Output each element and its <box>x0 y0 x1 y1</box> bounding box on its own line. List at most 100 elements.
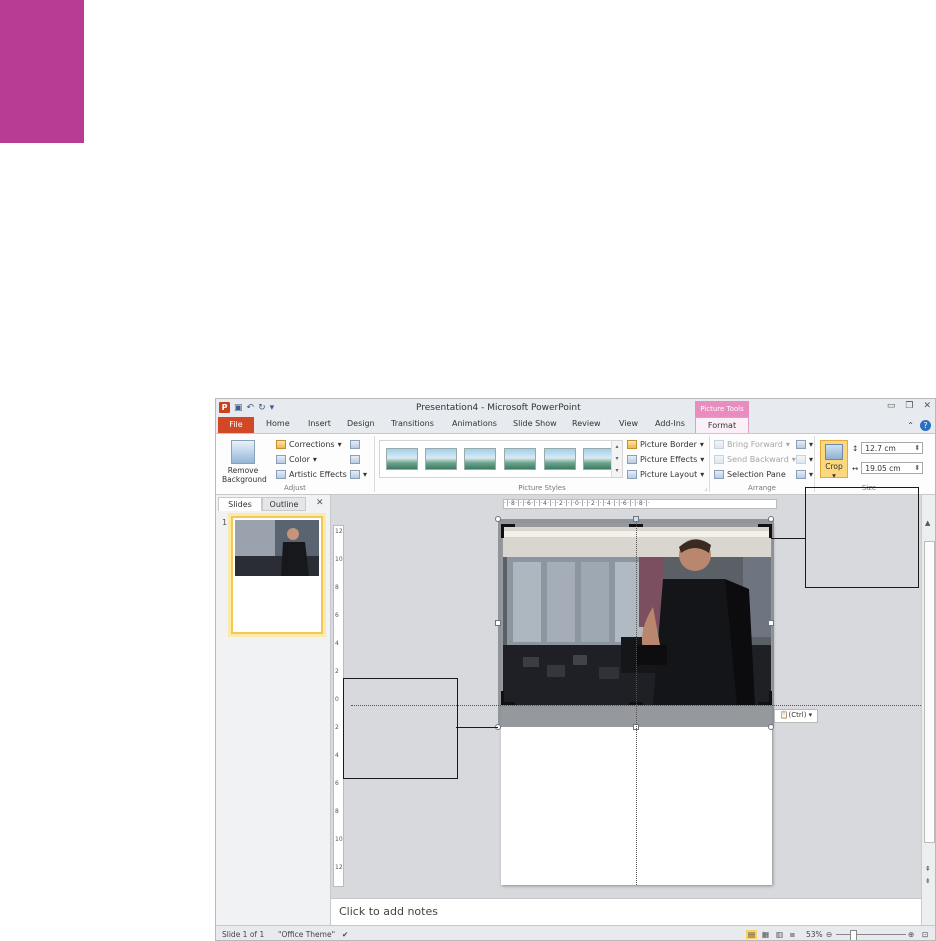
slide-indicator: Slide 1 of 1 <box>222 930 265 939</box>
zoom-out-icon[interactable]: ⊖ <box>826 930 832 939</box>
tab-design[interactable]: Design <box>347 419 375 428</box>
notes-pane[interactable]: Click to add notes <box>331 898 921 925</box>
tab-outline[interactable]: Outline <box>262 497 306 511</box>
bring-forward-icon <box>714 440 724 449</box>
tab-home[interactable]: Home <box>266 419 290 428</box>
picture-style-thumb[interactable] <box>425 448 457 470</box>
save-icon[interactable]: ▣ <box>234 403 243 413</box>
powerpoint-window: P ▣ ↶ ↻ ▾ Presentation4 - Microsoft Powe… <box>215 398 936 941</box>
gallery-scroll[interactable]: ▴ ▾ ▾ <box>611 441 622 477</box>
corrections-icon <box>276 440 286 449</box>
tab-slide-show[interactable]: Slide Show <box>513 419 557 428</box>
picture-style-thumb[interactable] <box>544 448 576 470</box>
picture-style-thumb[interactable] <box>386 448 418 470</box>
sizing-handle[interactable] <box>495 516 501 522</box>
compress-pictures-button[interactable] <box>350 440 360 449</box>
crop-handle[interactable] <box>501 524 504 538</box>
reset-picture-button[interactable]: ▾ <box>350 470 367 479</box>
horizontal-ruler: ·|·8·|·|·6·|·|·4·|·|·2·|·|·0·|·|·2·|·|·4… <box>503 499 777 509</box>
compress-pictures-icon <box>350 440 360 449</box>
change-picture-button[interactable] <box>350 455 360 464</box>
crop-handle[interactable] <box>769 691 772 705</box>
picture-tools-context-label: Picture Tools <box>695 401 749 417</box>
vertical-guide[interactable] <box>636 523 637 885</box>
sizing-handle[interactable] <box>768 724 774 730</box>
picture-styles-group-label: Picture Styles <box>518 484 566 492</box>
redo-icon[interactable]: ↻ <box>258 403 266 413</box>
ruler-tick: 4 <box>335 752 339 759</box>
vertical-scrollbar[interactable]: ▲ ⇞ ⇟ <box>921 495 935 925</box>
shape-width-input[interactable]: 19.05 cm <box>861 462 924 474</box>
sizing-handle[interactable] <box>768 516 774 522</box>
adjust-group-label: Adjust <box>284 484 306 492</box>
tab-slides[interactable]: Slides <box>218 497 262 511</box>
powerpoint-logo-icon[interactable]: P <box>219 402 230 413</box>
tab-animations[interactable]: Animations <box>452 419 497 428</box>
picture-style-thumb[interactable] <box>504 448 536 470</box>
slide-show-icon[interactable]: ⧈ <box>790 930 795 940</box>
tab-file[interactable]: File <box>218 417 254 433</box>
close-icon[interactable]: ✕ <box>923 401 931 411</box>
picture-layout-button[interactable]: Picture Layout ▾ <box>627 470 704 479</box>
dialog-launcher-icon[interactable]: ⌟ <box>704 485 707 492</box>
zoom-level[interactable]: 53% <box>806 930 823 939</box>
fit-to-window-icon[interactable]: ⊡ <box>922 930 928 939</box>
scrollbar-thumb[interactable] <box>924 541 935 843</box>
tab-add-ins[interactable]: Add-Ins <box>655 419 685 428</box>
next-slide-icon[interactable]: ⇟ <box>925 877 931 885</box>
notes-placeholder: Click to add notes <box>339 905 438 918</box>
paste-options-button[interactable]: 📋(Ctrl) ▾ <box>774 709 818 723</box>
minimize-ribbon-icon[interactable]: ⌃ <box>907 421 914 430</box>
theme-name[interactable]: "Office Theme" <box>278 930 335 939</box>
artistic-effects-button[interactable]: Artistic Effects ▾ <box>276 470 354 479</box>
restore-icon[interactable]: ❐ <box>905 401 913 411</box>
tab-review[interactable]: Review <box>572 419 601 428</box>
normal-view-icon[interactable]: ▤ <box>746 930 758 939</box>
group-button[interactable]: ▾ <box>796 455 813 464</box>
previous-slide-icon[interactable]: ⇞ <box>925 865 931 873</box>
ruler-tick: 8 <box>335 808 339 815</box>
selection-pane-button[interactable]: Selection Pane <box>714 470 786 479</box>
bring-forward-button[interactable]: Bring Forward ▾ <box>714 440 790 449</box>
selected-picture[interactable] <box>503 527 771 705</box>
undo-icon[interactable]: ↶ <box>247 403 255 413</box>
picture-style-thumb[interactable] <box>464 448 496 470</box>
customize-qat-icon[interactable]: ▾ <box>270 403 275 413</box>
tab-insert[interactable]: Insert <box>308 419 331 428</box>
crop-button[interactable]: Crop ▾ <box>820 440 848 480</box>
scroll-up-icon[interactable]: ▲ <box>925 519 930 527</box>
shape-height-input[interactable]: 12.7 cm <box>861 442 924 454</box>
picture-border-button[interactable]: Picture Border ▾ <box>627 440 704 449</box>
close-pane-icon[interactable]: ✕ <box>316 498 324 508</box>
tab-transitions[interactable]: Transitions <box>391 419 434 428</box>
rotation-handle[interactable] <box>633 516 639 522</box>
zoom-slider[interactable] <box>836 934 906 935</box>
help-icon[interactable]: ? <box>920 420 931 431</box>
rotate-button[interactable]: ▾ <box>796 470 813 479</box>
picture-effects-button[interactable]: Picture Effects ▾ <box>627 455 704 464</box>
slide-thumbnail[interactable] <box>231 516 323 634</box>
crop-handle[interactable] <box>769 524 772 538</box>
sizing-handle[interactable] <box>495 620 501 626</box>
ruler-tick: 12 <box>335 528 343 535</box>
spell-check-icon[interactable]: ✔ <box>342 930 348 939</box>
tab-view[interactable]: View <box>619 419 638 428</box>
reading-view-icon[interactable]: ▥ <box>776 930 783 939</box>
remove-background-button[interactable]: Remove Background <box>222 440 267 484</box>
zoom-slider-knob[interactable] <box>850 930 857 940</box>
send-backward-button[interactable]: Send Backward ▾ <box>714 455 796 464</box>
ruler-tick: 6 <box>335 780 339 787</box>
color-button[interactable]: Color ▾ <box>276 455 317 464</box>
minimize-icon[interactable]: ▭ <box>887 401 896 411</box>
sizing-handle[interactable] <box>768 620 774 626</box>
picture-styles-group: ▴ ▾ ▾ Picture Border ▾ Picture Effects ▾ P… <box>375 436 710 492</box>
crop-handle[interactable] <box>501 691 504 705</box>
tab-format[interactable]: Format <box>695 417 749 433</box>
window-title: Presentation4 - Microsoft PowerPoint <box>416 403 581 413</box>
slide-sorter-icon[interactable]: ▦ <box>762 930 769 939</box>
zoom-in-icon[interactable]: ⊕ <box>908 930 914 939</box>
corrections-button[interactable]: Corrections ▾ <box>276 440 342 449</box>
color-icon <box>276 455 286 464</box>
reset-picture-icon <box>350 470 360 479</box>
align-button[interactable]: ▾ <box>796 440 813 449</box>
